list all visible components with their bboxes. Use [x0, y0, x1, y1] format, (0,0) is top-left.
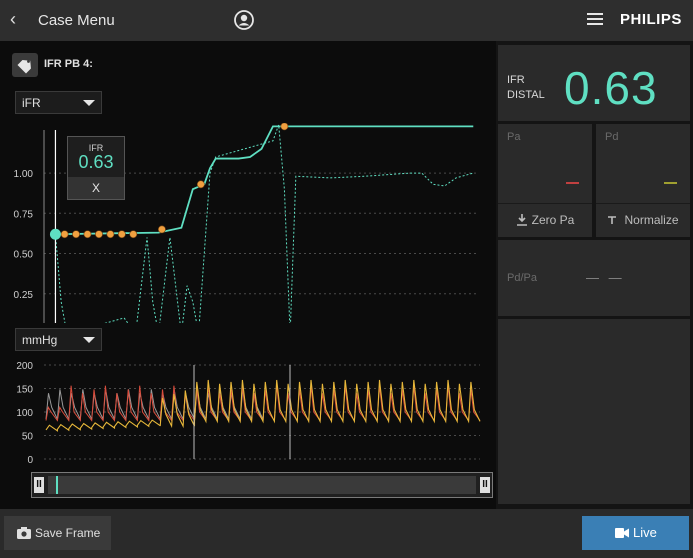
pressure-y-tick: 200 — [16, 361, 33, 372]
save-frame-button[interactable]: Save Frame — [4, 516, 111, 550]
camera-icon — [17, 527, 31, 539]
ifr-marker — [158, 225, 166, 234]
page-title: Case Menu — [38, 12, 115, 29]
live-button[interactable]: Live — [582, 516, 689, 550]
timeline-cursor[interactable] — [56, 476, 58, 494]
pressure-y-tick: 0 — [27, 455, 33, 466]
pd-value-dash — [664, 182, 677, 184]
download-icon — [516, 214, 527, 226]
timeline-track — [48, 476, 476, 494]
ifr-distal-value: 0.63 — [564, 62, 658, 114]
empty-panel — [498, 319, 690, 504]
chevron-down-icon — [83, 337, 95, 343]
unit-value: mmHg — [22, 333, 58, 347]
pa-panel: Pa Zero Pa — [498, 124, 592, 237]
timeline-right-handle[interactable]: II — [480, 477, 490, 493]
user-circle-icon[interactable] — [234, 10, 254, 30]
ifr-marker — [72, 230, 80, 239]
ifr-marker — [95, 230, 103, 239]
pdpa-value: — — — [586, 270, 625, 285]
zero-pa-button[interactable]: Zero Pa — [498, 203, 592, 237]
ifr-y-tick: 1.00 — [14, 169, 34, 180]
ifr-tooltip: IFR 0.63 X — [67, 136, 125, 200]
pressure-y-tick: 100 — [16, 408, 33, 419]
ifr-mode-select[interactable]: iFR — [15, 91, 102, 114]
ifr-mode-value: iFR — [22, 96, 41, 110]
chevron-left-icon[interactable]: ‹ — [10, 9, 16, 30]
unit-select[interactable]: mmHg — [15, 328, 102, 351]
ifr-marker — [83, 230, 92, 239]
ifr-marker — [117, 230, 126, 239]
ifr-marker — [196, 180, 205, 189]
timeline-scrubber[interactable]: II II — [31, 472, 493, 498]
tooltip-close-button[interactable]: X — [68, 177, 124, 199]
save-frame-label: Save Frame — [35, 526, 101, 540]
pdpa-panel: Pd/Pa — — — [498, 240, 690, 316]
tooltip-value: 0.63 — [78, 152, 114, 172]
pressure-waveform-chart: 200 150 100 50 0 — [16, 361, 481, 466]
pressure-y-tick: 150 — [16, 385, 33, 396]
normalize-label: Normalize — [624, 213, 679, 227]
ifr-marker — [106, 230, 115, 239]
pa-value-dash — [566, 182, 579, 184]
timeline-left-handle[interactable]: II — [34, 477, 44, 493]
hamburger-icon[interactable] — [587, 13, 603, 27]
ifr-distal-panel: IFR DISTAL 0.63 — [498, 45, 690, 121]
ifr-y-tick: 0.50 — [14, 250, 34, 261]
ifr-marker — [129, 230, 138, 239]
zero-pa-label: Zero Pa — [531, 213, 575, 227]
pd-panel: Pd Normalize — [596, 124, 690, 237]
pdpa-label: Pd/Pa — [507, 272, 537, 284]
pd-label: Pd — [605, 131, 619, 143]
ifr-y-tick: 0.75 — [14, 209, 34, 220]
pressure-pd-series — [45, 379, 481, 432]
pa-label: Pa — [507, 131, 521, 143]
normalize-icon — [608, 216, 617, 224]
ifr-y-tick: 0.25 — [14, 290, 34, 301]
pressure-y-tick: 50 — [22, 432, 34, 443]
ifr-cursor-point — [49, 228, 61, 240]
top-bar: ‹ Case Menu PHILIPS — [0, 0, 693, 41]
chevron-down-icon — [83, 100, 95, 106]
ifr-marker — [280, 123, 289, 131]
bottom-bar: Save Frame Live — [0, 509, 693, 558]
normalize-button[interactable]: Normalize — [596, 203, 690, 237]
tag-icon[interactable] — [12, 53, 38, 77]
ifr-distal-label: IFR DISTAL — [507, 74, 545, 101]
ifr-marker — [60, 230, 69, 239]
live-label: Live — [633, 525, 657, 540]
brand-logo: PHILIPS — [620, 11, 682, 28]
pullback-name: IFR PB 4: — [44, 58, 93, 70]
video-icon — [615, 528, 629, 538]
chart-area: IFR PB 4: iFR 1.000.750.500.250.000 s5 s… — [0, 41, 496, 509]
